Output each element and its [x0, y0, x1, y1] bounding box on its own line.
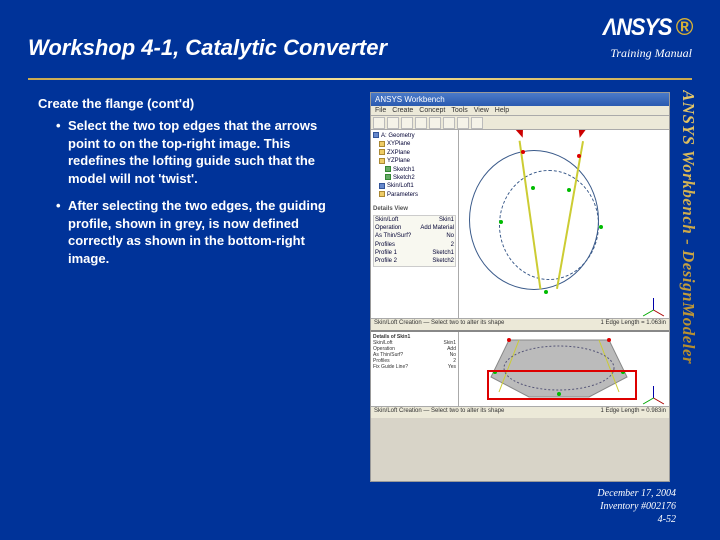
toolbar-button[interactable]	[457, 117, 469, 129]
slide-title: Workshop 4-1, Catalytic Converter	[28, 35, 387, 61]
slide-footer: December 17, 2004 Inventory #002176 4-52	[597, 487, 676, 526]
footer-inventory: Inventory #002176	[597, 500, 676, 513]
tree-node[interactable]: YZPlane	[373, 157, 456, 165]
divider-line	[28, 78, 692, 80]
bullet-1: Select the two top edges that the arrows…	[56, 117, 348, 187]
toolbar-button[interactable]	[415, 117, 427, 129]
footer-date: December 17, 2004	[597, 487, 676, 500]
toolbar-button[interactable]	[471, 117, 483, 129]
tree-node[interactable]: XYPlane	[373, 140, 456, 148]
bullet-2: After selecting the two edges, the guidi…	[56, 197, 348, 267]
highlight-box	[487, 370, 637, 400]
app-titlebar: ANSYS Workbench	[371, 93, 669, 106]
tree-panel: A: Geometry XYPlane ZXPlane YZPlane Sket…	[371, 130, 459, 318]
toolbar-button[interactable]	[373, 117, 385, 129]
arrow-icon	[516, 130, 527, 139]
training-manual-label: Training Manual	[599, 46, 692, 61]
lower-details-panel: Details of Skin1 Skin/LoftSkin1 Operatio…	[371, 332, 459, 406]
logo-block: ΛNSYS® Training Manual	[599, 14, 692, 61]
toolbar-button[interactable]	[401, 117, 413, 129]
content-text: Create the flange (cont'd) Select the tw…	[38, 96, 348, 277]
details-title: Details View	[373, 205, 456, 213]
triad-icon	[643, 380, 665, 402]
arrow-icon	[576, 130, 586, 139]
status-bar-lower: Skin/Loft Creation — Select two to alter…	[371, 406, 669, 418]
toolbar-button[interactable]	[387, 117, 399, 129]
section-title: Create the flange (cont'd)	[38, 96, 348, 111]
screenshot-embedded: ANSYS Workbench FileCreateConceptToolsVi…	[370, 92, 670, 482]
footer-page: 4-52	[597, 513, 676, 526]
app-menubar: FileCreateConceptToolsViewHelp	[371, 106, 669, 116]
tree-node[interactable]: Skin/Loft1	[373, 182, 456, 190]
triad-icon	[643, 292, 665, 314]
tree-node[interactable]: Parameters	[373, 191, 456, 199]
lower-3d-view[interactable]	[459, 332, 669, 406]
ansys-logo: ΛNSYS®	[599, 14, 692, 42]
status-bar-upper: Skin/Loft Creation — Select two to alter…	[371, 318, 669, 330]
toolbar-button[interactable]	[443, 117, 455, 129]
tree-node[interactable]: ZXPlane	[373, 149, 456, 157]
tree-node[interactable]: Sketch1	[373, 166, 456, 174]
toolbar-button[interactable]	[429, 117, 441, 129]
tree-node[interactable]: Sketch2	[373, 174, 456, 182]
tree-root[interactable]: A: Geometry	[373, 132, 456, 140]
app-toolbar	[371, 116, 669, 130]
side-label: ANSYS Workbench - DesignModeler	[678, 90, 698, 470]
upper-3d-view[interactable]	[459, 130, 669, 318]
